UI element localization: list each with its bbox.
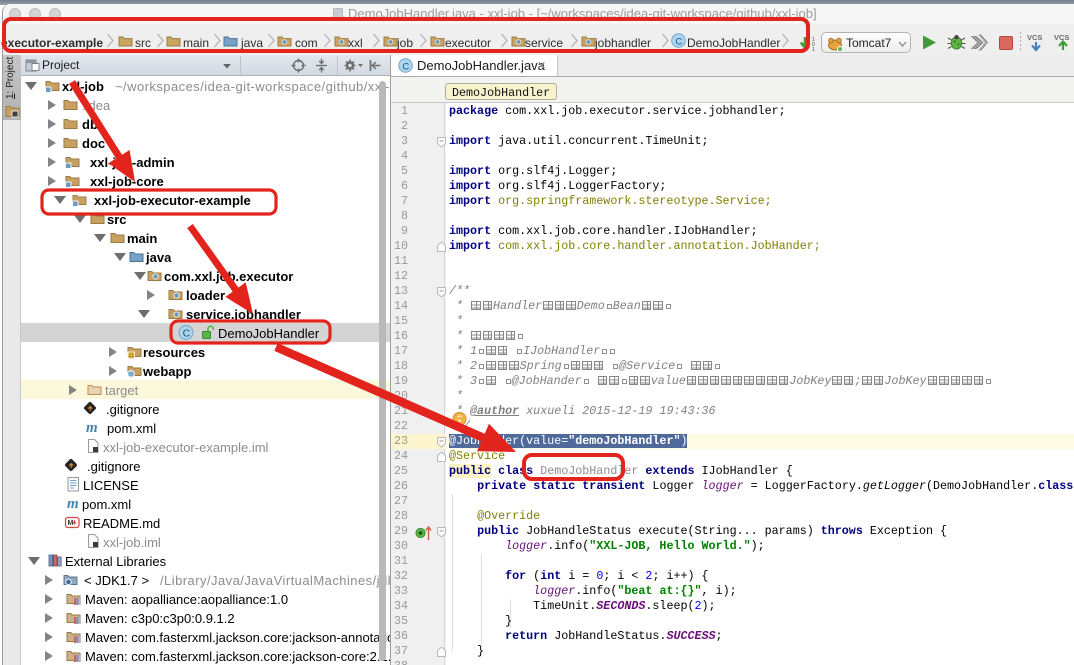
svg-text:VCS: VCS bbox=[1054, 33, 1069, 42]
svg-text:M: M bbox=[68, 520, 74, 527]
svg-text:m: m bbox=[86, 420, 98, 436]
svg-text:m: m bbox=[67, 496, 79, 512]
svg-text:1: 1 bbox=[812, 47, 815, 53]
svg-text:C: C bbox=[183, 328, 191, 340]
svg-text:VCS: VCS bbox=[1027, 33, 1042, 42]
svg-text:C: C bbox=[675, 37, 682, 48]
svg-text:C: C bbox=[402, 62, 409, 73]
